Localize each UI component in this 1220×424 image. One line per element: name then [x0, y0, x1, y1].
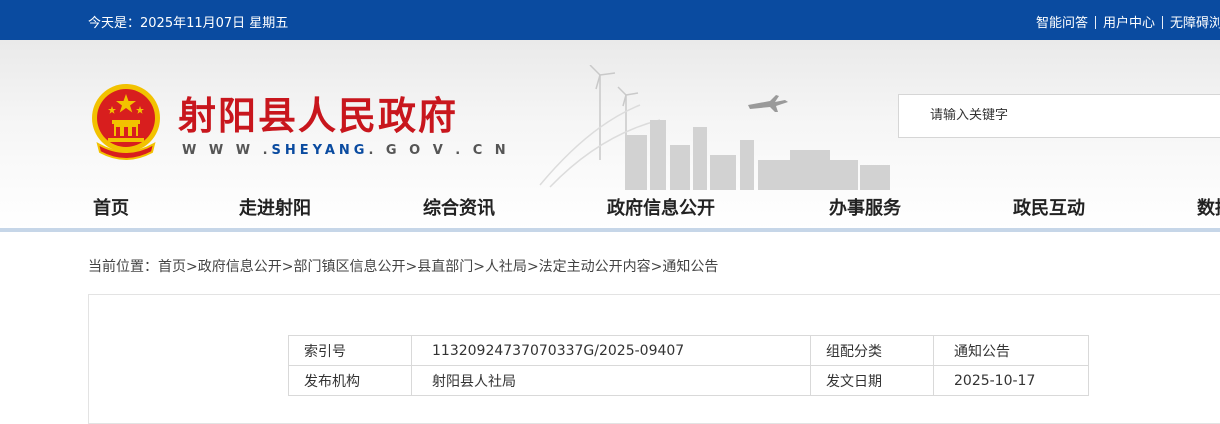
breadcrumb-item[interactable]: 首页 — [158, 259, 186, 275]
user-center-link[interactable]: 用户中心 — [1103, 12, 1155, 31]
breadcrumb-item[interactable]: 部门镇区信息公开 — [293, 259, 405, 275]
table-row: 发布机构 射阳县人社局 发文日期 2025-10-17 — [288, 365, 1089, 396]
breadcrumb-item[interactable]: 法定主动公开内容 — [539, 259, 651, 275]
site-url: W W W .SHEYANG. G O V . C N — [182, 143, 510, 158]
nav-gov-info[interactable]: 政府信息公开 — [607, 194, 715, 220]
breadcrumb-item[interactable]: 通知公告 — [662, 259, 718, 275]
national-emblem-icon[interactable] — [90, 82, 162, 164]
meta-label-date: 发文日期 — [810, 365, 934, 396]
breadcrumb-item[interactable]: 政府信息公开 — [198, 259, 282, 275]
city-skyline-icon — [539, 65, 890, 190]
search-input[interactable] — [930, 108, 1210, 123]
breadcrumb-item[interactable]: 人社局 — [485, 259, 527, 275]
nav-about-sheyang[interactable]: 走进射阳 — [239, 194, 311, 220]
divider — [1162, 16, 1164, 29]
nav-news[interactable]: 综合资讯 — [423, 194, 495, 220]
url-suffix: . G O V . C N — [368, 143, 510, 158]
url-prefix: W W W . — [182, 143, 272, 158]
divider — [1095, 16, 1097, 29]
meta-value-index: 11320924737070337G/2025-09407 — [411, 335, 811, 366]
main-nav: 首页 走进射阳 综合资讯 政府信息公开 办事服务 政民互动 数据 — [0, 190, 1220, 226]
top-bar: 今天是：2025年11月07日 星期五 智能问答 用户中心 无障碍浏 — [0, 0, 1220, 40]
nav-home[interactable]: 首页 — [93, 194, 129, 220]
url-main: SHEYANG — [271, 143, 369, 158]
meta-label-category: 组配分类 — [810, 335, 934, 366]
meta-value-category: 通知公告 — [933, 335, 1089, 366]
site-header: 射阳县人民政府 W W W .SHEYANG. G O V . C N 请输入关… — [0, 40, 1220, 230]
meta-value-publisher: 射阳县人社局 — [411, 365, 811, 396]
search-box[interactable] — [898, 94, 1220, 138]
accessibility-link[interactable]: 无障碍浏 — [1170, 12, 1220, 31]
breadcrumb-prefix: 当前位置： — [88, 259, 158, 275]
breadcrumb-item[interactable]: 县直部门 — [417, 259, 473, 275]
smart-qa-link[interactable]: 智能问答 — [1036, 12, 1088, 31]
document-meta-table: 索引号 11320924737070337G/2025-09407 组配分类 通… — [288, 335, 1089, 396]
site-title[interactable]: 射阳县人民政府 — [178, 85, 458, 140]
nav-data[interactable]: 数据 — [1197, 194, 1220, 220]
meta-label-publisher: 发布机构 — [288, 365, 412, 396]
nav-services[interactable]: 办事服务 — [829, 194, 901, 220]
top-links: 智能问答 用户中心 无障碍浏 — [1036, 12, 1220, 31]
current-date: 今天是：2025年11月07日 星期五 — [88, 16, 289, 31]
meta-value-date: 2025-10-17 — [933, 365, 1089, 396]
nav-divider — [0, 228, 1220, 232]
breadcrumb: 当前位置：首页>政府信息公开>部门镇区信息公开>县直部门>人社局>法定主动公开内… — [88, 259, 719, 275]
nav-interaction[interactable]: 政民互动 — [1013, 194, 1085, 220]
table-row: 索引号 11320924737070337G/2025-09407 组配分类 通… — [288, 335, 1089, 366]
meta-label-index: 索引号 — [288, 335, 412, 366]
